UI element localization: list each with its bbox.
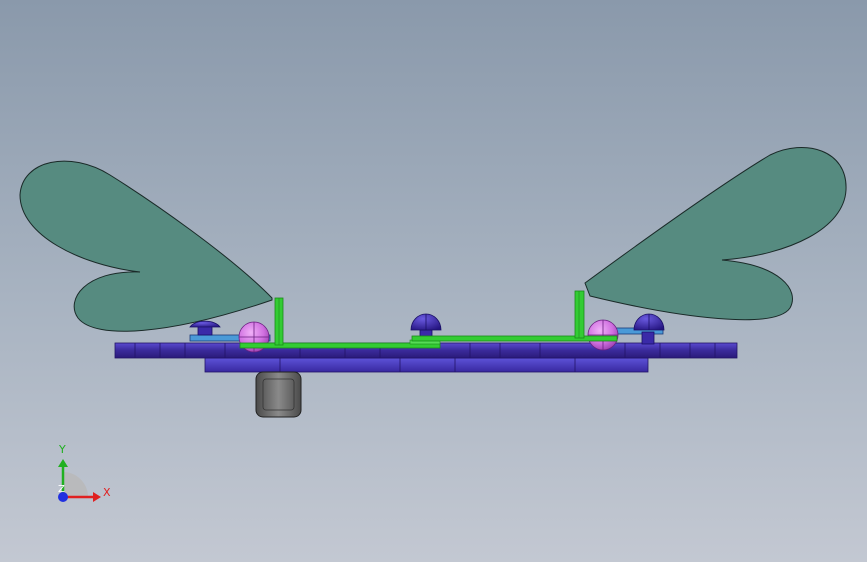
triad-xy-arc-icon	[63, 472, 88, 497]
cad-viewport[interactable]: X Y Z	[0, 0, 867, 562]
right-wing-bracket[interactable]	[574, 290, 585, 339]
right-ball-joint[interactable]	[587, 319, 619, 351]
x-axis-label: X	[103, 486, 111, 499]
right-linkage-bar[interactable]	[411, 335, 618, 342]
right-wing[interactable]	[584, 147, 847, 321]
left-bolt[interactable]	[189, 320, 221, 336]
assembly-model[interactable]	[0, 0, 867, 562]
y-axis-label: Y	[59, 443, 66, 456]
left-wing-bracket[interactable]	[274, 297, 284, 346]
z-axis-label: Z	[58, 484, 65, 495]
right-bolt[interactable]	[633, 313, 665, 345]
lower-plate[interactable]	[204, 357, 649, 373]
axis-triad	[58, 459, 101, 502]
left-wing[interactable]	[19, 160, 273, 332]
motor-housing[interactable]	[255, 371, 302, 418]
